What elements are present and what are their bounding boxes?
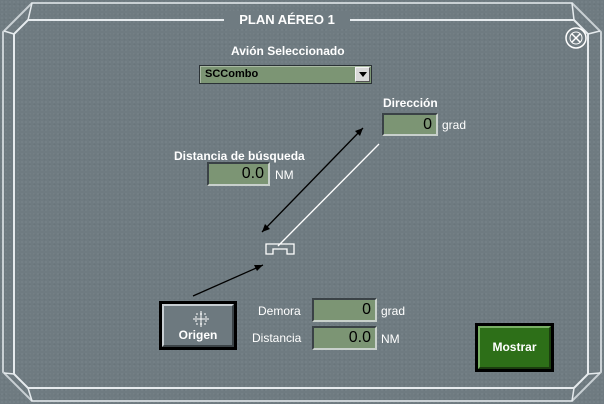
aircraft-position-icon	[265, 243, 295, 255]
show-button-label[interactable]: Mostrar	[478, 326, 551, 369]
direction-line	[277, 143, 380, 247]
search-distance-arrow	[261, 127, 364, 233]
show-button[interactable]: Mostrar	[475, 323, 554, 372]
bearing-input[interactable]: 0	[312, 298, 377, 322]
plan-window: PLAN AÉREO 1 Avión Seleccionado SCCombo …	[0, 0, 604, 404]
distance-input[interactable]: 0.0	[312, 326, 377, 350]
origin-button-face[interactable]: Origen	[162, 304, 234, 347]
origin-arrow	[192, 264, 264, 297]
origin-button[interactable]: Origen	[159, 301, 237, 350]
crosshair-icon	[193, 311, 209, 327]
bearing-unit: grad	[381, 304, 406, 318]
distance-unit: NM	[381, 332, 400, 346]
distance-label: Distancia	[252, 331, 302, 345]
origin-button-label: Origen	[178, 328, 218, 342]
bearing-label: Demora	[258, 304, 301, 318]
